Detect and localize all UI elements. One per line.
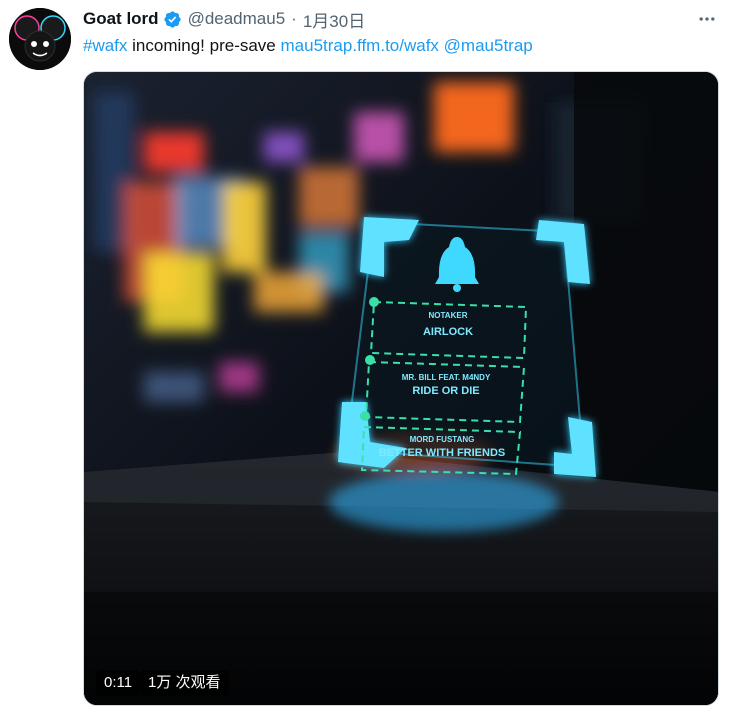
video-frame: NOTAKER AIRLOCK MR. BILL FEAT. M4NDY RID… — [84, 72, 718, 705]
author-name[interactable]: Goat lord — [83, 9, 159, 29]
hashtag-link[interactable]: #wafx — [83, 36, 127, 55]
track-2-artist: MR. BILL FEAT. M4NDY — [402, 373, 491, 382]
author-handle[interactable]: @deadmau5 — [188, 9, 286, 29]
deadmau5-head-icon — [9, 8, 71, 70]
tweet-text: #wafx incoming! pre-save mau5trap.ffm.to… — [83, 34, 533, 58]
track-3-title: BETTER WITH FRIENDS — [379, 447, 506, 459]
mention-link[interactable]: @mau5trap — [444, 36, 533, 55]
avatar[interactable] — [9, 8, 71, 70]
view-count: 1万 次观看 — [140, 670, 229, 696]
verified-badge-icon — [163, 10, 182, 29]
tweet-timestamp[interactable]: 1月30日 — [303, 7, 365, 32]
url-link[interactable]: mau5trap.ffm.to/wafx — [281, 36, 439, 55]
video-duration: 0:11 — [96, 670, 141, 696]
track-1-artist: NOTAKER — [429, 311, 468, 320]
more-icon[interactable] — [696, 8, 718, 30]
track-3-artist: MORD FUSTANG — [410, 435, 475, 444]
tweet-header: Goat lord @deadmau5 · 1月30日 — [83, 7, 365, 31]
video-player[interactable]: NOTAKER AIRLOCK MR. BILL FEAT. M4NDY RID… — [83, 71, 719, 706]
track-2-title: RIDE OR DIE — [412, 385, 479, 397]
separator-dot: · — [291, 9, 297, 28]
tweet-body-text: incoming! pre-save — [127, 36, 281, 55]
track-1-title: AIRLOCK — [423, 326, 473, 338]
